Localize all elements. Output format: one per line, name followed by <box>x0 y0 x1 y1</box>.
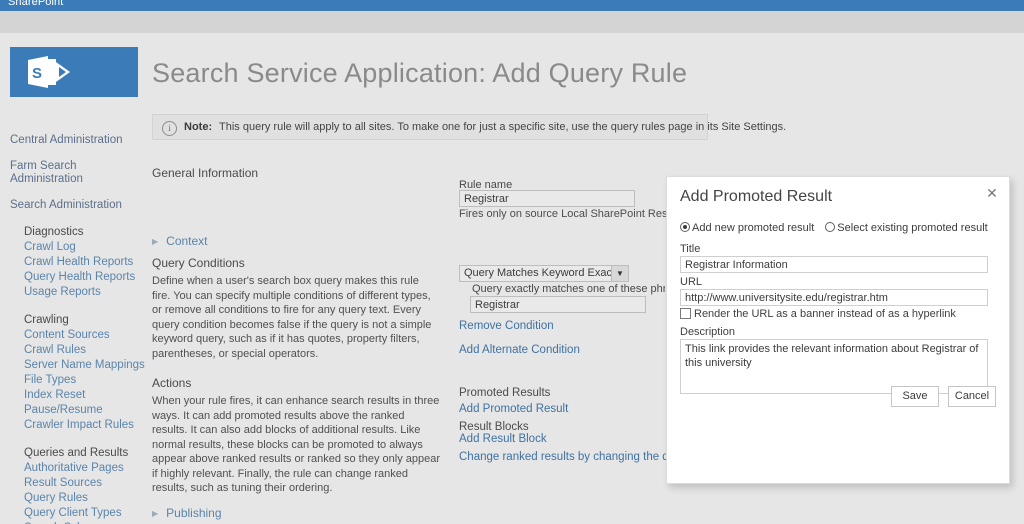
suite-bar-title: SharePoint <box>8 0 64 8</box>
sidebar-item-query-health-reports[interactable]: Query Health Reports <box>24 270 150 285</box>
radio-add-new-label: Add new promoted result <box>692 222 815 234</box>
add-promoted-result-link[interactable]: Add Promoted Result <box>459 403 568 415</box>
query-conditions-description: Define when a user's search box query ma… <box>152 275 432 360</box>
note-text: This query rule will apply to all sites.… <box>219 121 787 133</box>
result-blocks-heading: Result Blocks <box>459 421 529 433</box>
sidebar-item-search-administration[interactable]: Search Administration <box>10 199 150 212</box>
dialog-title: Add Promoted Result <box>680 188 833 205</box>
condition-phrase-label: Query exactly matches one of these phras… <box>472 283 665 295</box>
sidebar-item-farm-search-administration[interactable]: Farm Search Administration <box>10 160 150 186</box>
url-field-label: URL <box>680 276 703 288</box>
radio-add-new-promoted-result[interactable]: Add new promoted result <box>680 218 825 235</box>
chevron-down-icon: ▼ <box>611 266 628 281</box>
nav-group-crawling: Crawling Content Sources Crawl Rules Ser… <box>24 313 150 433</box>
header-band <box>0 11 1024 33</box>
sidebar-item-crawler-impact-rules[interactable]: Crawler Impact Rules <box>24 418 150 433</box>
condition-type-select-value: Query Matches Keyword Exactly <box>464 267 623 279</box>
radio-select-existing-label: Select existing promoted result <box>837 222 988 234</box>
add-promoted-result-dialog: Add Promoted Result ✕ Add new promoted r… <box>666 176 1010 484</box>
rule-name-input[interactable] <box>459 190 635 207</box>
radio-select-existing-promoted-result[interactable]: Select existing promoted result <box>825 218 998 235</box>
publishing-expander-label: Publishing <box>166 506 222 520</box>
page-root: SharePoint S Search Service Application:… <box>0 0 1024 524</box>
left-navigation: Central Administration Farm Search Admin… <box>10 134 150 524</box>
sidebar-item-query-client-types[interactable]: Query Client Types <box>24 506 150 521</box>
sidebar-item-file-types[interactable]: File Types <box>24 373 150 388</box>
sidebar-item-central-administration[interactable]: Central Administration <box>10 134 150 147</box>
url-input[interactable] <box>680 289 988 306</box>
sidebar-item-index-reset[interactable]: Index Reset <box>24 388 150 403</box>
promoted-result-mode-group: Add new promoted result Select existing p… <box>680 218 999 236</box>
cancel-button[interactable]: Cancel <box>948 386 996 407</box>
banner-checkbox-label: Render the URL as a banner instead of as… <box>694 308 956 320</box>
actions-description: When your rule fires, it can enhance sea… <box>152 395 441 494</box>
sidebar-item-pause-resume[interactable]: Pause/Resume <box>24 403 150 418</box>
nav-group-diagnostics: Diagnostics Crawl Log Crawl Health Repor… <box>24 225 150 300</box>
chevron-right-icon: ▶ <box>152 509 159 518</box>
nav-group-queries-and-results: Queries and Results Authoritative Pages … <box>24 446 150 524</box>
nav-heading-crawling: Crawling <box>24 314 69 326</box>
context-expander[interactable]: ▶ Context <box>152 234 208 248</box>
page-title: Search Service Application: Add Query Ru… <box>152 58 688 88</box>
note-banner: i Note: This query rule will apply to al… <box>152 114 786 140</box>
add-alternate-condition-link[interactable]: Add Alternate Condition <box>459 344 580 356</box>
sidebar-item-crawl-rules[interactable]: Crawl Rules <box>24 343 150 358</box>
sidebar-item-result-sources[interactable]: Result Sources <box>24 476 150 491</box>
svg-text:S: S <box>32 65 42 82</box>
general-information-heading: General Information <box>152 166 259 180</box>
add-result-block-link[interactable]: Add Result Block <box>459 433 547 445</box>
radio-icon-unselected <box>825 222 836 232</box>
publishing-expander[interactable]: ▶ Publishing <box>152 506 222 520</box>
context-expander-label: Context <box>166 234 208 248</box>
chevron-right-icon: ▶ <box>152 237 159 246</box>
rule-name-hint: Fires only on source Local SharePoint Re… <box>459 208 688 220</box>
promoted-results-heading: Promoted Results <box>459 387 551 399</box>
note-label: Note: <box>184 121 213 133</box>
title-input[interactable] <box>680 256 988 273</box>
sidebar-item-crawl-health-reports[interactable]: Crawl Health Reports <box>24 255 150 270</box>
sidebar-item-usage-reports[interactable]: Usage Reports <box>24 285 150 300</box>
save-button[interactable]: Save <box>891 386 939 407</box>
nav-heading-diagnostics: Diagnostics <box>24 226 84 238</box>
suite-bar: SharePoint <box>0 0 1024 11</box>
sidebar-item-query-rules[interactable]: Query Rules <box>24 491 150 506</box>
condition-phrase-input[interactable] <box>470 296 646 313</box>
close-icon[interactable]: ✕ <box>983 184 1001 202</box>
radio-icon-selected <box>680 222 690 232</box>
sidebar-item-content-sources[interactable]: Content Sources <box>24 328 150 343</box>
banner-checkbox-row[interactable]: Render the URL as a banner instead of as… <box>680 308 956 320</box>
description-field-label: Description <box>680 326 736 338</box>
sidebar-item-crawl-log[interactable]: Crawl Log <box>24 240 150 255</box>
actions-heading: Actions <box>152 376 192 390</box>
sidebar-item-server-name-mappings[interactable]: Server Name Mappings <box>24 358 150 373</box>
condition-type-select[interactable]: Query Matches Keyword Exactly ▼ <box>459 265 629 282</box>
info-icon: i <box>162 121 177 136</box>
checkbox-icon-unchecked <box>680 308 691 319</box>
sharepoint-logo-icon: S <box>28 56 70 88</box>
query-conditions-heading: Query Conditions <box>152 256 245 270</box>
nav-heading-queries-and-results: Queries and Results <box>24 447 129 459</box>
remove-condition-link[interactable]: Remove Condition <box>459 320 554 332</box>
sidebar-item-authoritative-pages[interactable]: Authoritative Pages <box>24 461 150 476</box>
description-textarea[interactable] <box>680 339 988 394</box>
sharepoint-logo[interactable]: S <box>10 47 138 97</box>
title-field-label: Title <box>680 243 701 255</box>
change-ranked-results-link[interactable]: Change ranked results by changing the qu… <box>459 451 691 463</box>
